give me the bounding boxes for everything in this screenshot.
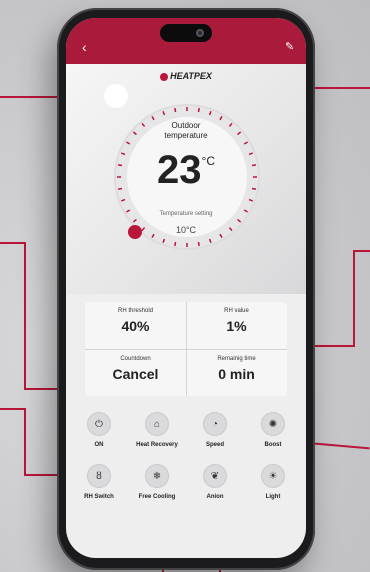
humidity-icon: ȣ [87,464,111,488]
control-light[interactable]: ☀ Light [245,464,301,500]
brand-mark-icon [160,72,169,81]
control-label: Light [265,494,281,500]
callout-line-2b [24,242,26,390]
rh-threshold-label: RH threshold [117,308,153,314]
outdoor-temperature-value: 23°C [157,148,215,192]
dial-tick [174,107,177,113]
rh-value: 1% [226,318,247,334]
callout-line-3a [0,408,26,410]
dial-tick [197,241,200,247]
snowflake-icon: ❄ [145,464,169,488]
dial-tick [174,241,177,247]
control-boost[interactable]: ✺ Boost [245,412,301,448]
light-icon: ☀ [261,464,285,488]
control-label: Heat Recovery [136,442,178,448]
rh-value-cell: RH value 1% [186,308,287,334]
chevron-left-icon[interactable]: ‹ [82,40,87,54]
countdown-value: Cancel [112,366,159,382]
rh-threshold-cell[interactable]: RH threshold 40% [85,308,186,334]
control-on[interactable]: ⏻ ON [71,412,127,448]
remaining-time-label: Remainig time [217,356,256,362]
stats-panel: RH threshold 40% RH value 1% Countdown C… [85,302,287,396]
dynamic-island [160,24,212,42]
heat-recovery-icon: ⌂ [145,412,169,436]
dial-title-line1: Outdoor [171,121,201,130]
callout-line-5a [353,250,370,252]
countdown-cell[interactable]: Countdown Cancel [85,356,186,382]
setting-label: Temperature setting [159,211,213,217]
control-label: RH Switch [84,494,114,500]
control-anion[interactable]: ❦ Anion [187,464,243,500]
control-label: Speed [205,442,224,448]
setting-value: 10°C [175,225,197,235]
power-icon: ⏻ [87,412,111,436]
brand-logo: HEATPEX [66,71,306,81]
leaf-icon: ❦ [203,464,227,488]
countdown-label: Countdown [120,356,151,362]
rh-threshold-value: 40% [121,318,150,334]
callout-dot [104,84,128,108]
remaining-time-value: 0 min [218,366,255,382]
control-label: Anion [206,494,224,500]
callout-line-5b [353,250,355,346]
dial-tick [197,107,200,113]
control-heat-recovery[interactable]: ⌂ Heat Recovery [129,412,185,448]
camera-icon [196,29,204,37]
control-rh-switch[interactable]: ȣ RH Switch [71,464,127,500]
control-label: Free Cooling [138,494,176,500]
callout-line-3b [24,408,26,476]
control-free-cooling[interactable]: ❄ Free Cooling [129,464,185,500]
app-screen: ‹ ✎ HEATPEX Outdoor temperature 23°C Tem… [66,18,306,558]
rh-value-label: RH value [224,308,249,314]
speed-icon: ◔ [203,412,227,436]
header-bar: ‹ ✎ [66,18,306,64]
edit-icon[interactable]: ✎ [285,40,294,54]
control-label: Boost [264,442,282,448]
dial-title-line2: temperature [164,131,208,140]
callout-line-2a [0,242,24,244]
control-label: ON [94,442,104,448]
control-speed[interactable]: ◔ Speed [187,412,243,448]
remaining-time-cell: Remainig time 0 min [186,356,287,382]
fan-icon: ✺ [261,412,285,436]
